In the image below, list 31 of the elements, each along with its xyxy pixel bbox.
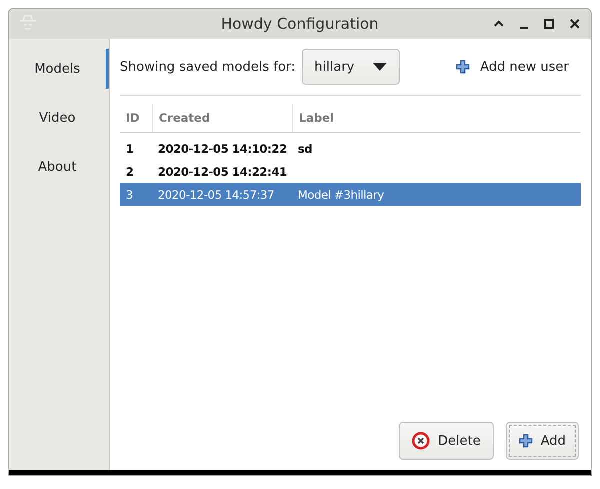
close-icon [569, 18, 581, 30]
table-cell-text: 2020-12-05 14:57:37 [157, 188, 276, 202]
table-cell-text: 2 [125, 164, 135, 178]
add-button[interactable]: Add [506, 422, 579, 460]
table-row[interactable]: 2 2020-12-05 14:22:41 [120, 160, 581, 183]
sidebar-tab[interactable]: Models [9, 49, 109, 89]
sidebar-tab[interactable]: About [9, 147, 109, 187]
add-user-button[interactable]: Add new user [456, 60, 581, 74]
table-cell-text: sd [297, 142, 314, 156]
user-label: Showing saved models for: [120, 60, 296, 74]
table-cell-text: Model #3hillary [297, 188, 386, 202]
plus-icon [456, 60, 470, 74]
table-row[interactable]: 1 2020-12-05 14:10:22 sd [120, 137, 581, 160]
column-header[interactable]: Label [292, 104, 581, 132]
table-cell-text: 2020-12-05 14:22:41 [157, 164, 288, 178]
column-header[interactable]: Created [152, 104, 292, 132]
maximize-icon [543, 18, 555, 30]
minimize-icon [519, 27, 529, 30]
table-cell-text: 2020-12-05 14:10:22 [157, 142, 288, 156]
caret-icon [372, 63, 387, 71]
table-cell-text: 3 [125, 188, 134, 202]
column-header[interactable]: ID [120, 104, 152, 132]
delete-button[interactable]: Delete [399, 422, 494, 460]
window-title: Howdy Configuration [221, 15, 379, 33]
sidebar-tab[interactable]: Video [9, 98, 109, 138]
table-row[interactable]: 3 2020-12-05 14:57:37 Model #3hillary [120, 183, 581, 206]
delete-icon [412, 432, 430, 450]
table-cell-text: 1 [125, 142, 135, 156]
user-dropdown[interactable]: hillary [302, 49, 400, 85]
maximize-button[interactable] [541, 16, 557, 32]
plus-icon [518, 434, 533, 448]
